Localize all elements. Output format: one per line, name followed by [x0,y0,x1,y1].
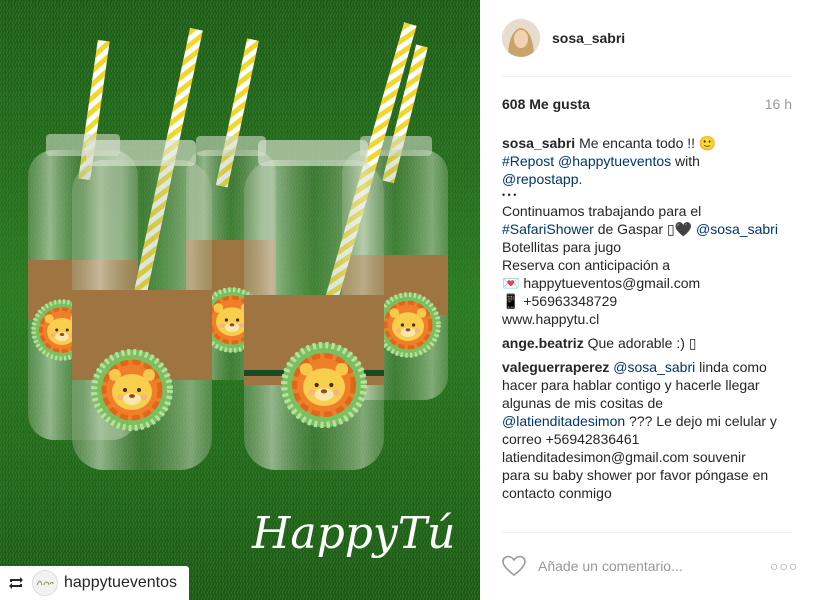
comment-text: latienditadesimon@gmail.com souvenir [502,449,746,465]
post-author-username[interactable]: sosa_sabri [552,30,625,46]
post-image: HappyTú [0,0,480,600]
caption-username[interactable]: sosa_sabri [502,135,575,151]
watermark-text: HappyTú [251,508,455,559]
comments-list: sosa_sabri Me encanta todo !! 🙂 #Repost … [502,134,794,508]
post-photo: HappyTú happytueventos [0,0,480,600]
comment-text: contacto conmigo [502,485,612,501]
mention-latienditadesimon[interactable]: @latienditadesimon [502,413,625,429]
profile-photo-icon [502,19,540,57]
comment-text: ??? Le dejo mi celular y [625,413,777,429]
hashtag-safarishower[interactable]: #SafariShower [502,221,594,237]
caption-text: Continuamos trabajando para el [502,203,702,219]
post-time[interactable]: 16 h [765,96,792,112]
comment-text: para su baby shower por favor póngase en [502,467,769,483]
like-heart-icon[interactable] [502,555,526,577]
comment-username[interactable]: valeguerraperez [502,359,609,375]
add-comment-input[interactable] [538,558,770,574]
comment-text: Que adorable :) ▯ [587,335,697,351]
more-options-icon[interactable]: ○○○ [770,558,797,574]
post-header: sosa_sabri [502,16,790,60]
comment-bar: ○○○ [502,552,797,580]
comment-username[interactable]: ange.beatriz [502,335,584,351]
comment-text: correo +56942836461 [502,431,640,447]
comment-text: algunas de mis cositas de [502,395,664,411]
comment-item: ange.beatriz Que adorable :) ▯ [502,334,794,352]
caption-dots: • • • [502,190,517,200]
repost-source-avatar [32,570,58,596]
comment-item: valeguerraperez @sosa_sabri linda como h… [502,358,794,502]
repost-icon [9,577,23,589]
caption-email: 💌 happytueventos@gmail.com [502,275,701,291]
caption-text: Reserva con anticipación a [502,257,671,273]
post-details-panel: sosa_sabri 608 Me gusta 16 h sosa_sabri … [480,0,814,600]
caption-text: Me encanta todo !! 🙂 [579,135,717,151]
caption-text: Botellitas para jugo [502,239,622,255]
happytu-logo-icon [36,580,54,586]
mention-sosa-sabri[interactable]: @sosa_sabri [613,359,695,375]
divider [502,532,792,533]
caption-website: www.happytu.cl [502,311,600,327]
caption: sosa_sabri Me encanta todo !! 🙂 #Repost … [502,134,794,328]
repost-badge[interactable]: happytueventos [0,566,189,600]
caption-phone: 📱 +56963348729 [502,293,618,309]
divider [502,76,792,77]
caption-text: with [671,153,700,169]
likes-count[interactable]: 608 Me gusta [502,96,590,112]
mention-happytueventos[interactable]: @happytueventos [558,153,671,169]
repost-source-name: happytueventos [64,574,177,591]
avatar[interactable] [502,19,540,57]
mention-sosa-sabri[interactable]: @sosa_sabri [696,221,778,237]
mention-repostapp[interactable]: @repostapp [502,171,578,187]
comment-text: linda como [695,359,767,375]
likes-row: 608 Me gusta 16 h [502,96,792,112]
hashtag-repost[interactable]: #Repost [502,153,554,169]
comment-text: hacer para hablar contigo y hacerle lleg… [502,377,760,393]
caption-text: de Gaspar ▯🖤 [593,221,697,237]
caption-text: . [578,171,583,187]
